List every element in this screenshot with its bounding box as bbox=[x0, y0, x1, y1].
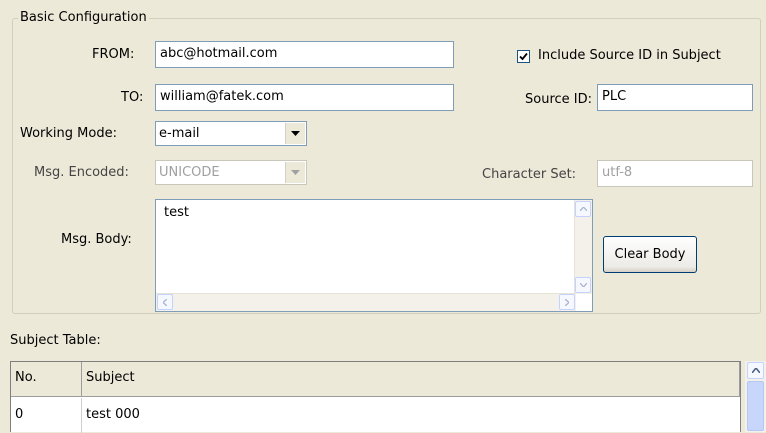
source-id-label: Source ID: bbox=[525, 92, 593, 107]
character-set-label: Character Set: bbox=[482, 167, 577, 182]
subject-table-label: Subject Table: bbox=[10, 333, 101, 348]
working-mode-label: Working Mode: bbox=[20, 126, 117, 141]
from-label: FROM: bbox=[92, 47, 135, 62]
include-source-label: Include Source ID in Subject bbox=[538, 48, 721, 63]
column-header-subject[interactable]: Subject bbox=[82, 362, 740, 397]
from-field[interactable]: abc@hotmail.com bbox=[155, 41, 454, 68]
arrow-left-icon[interactable] bbox=[157, 294, 173, 310]
to-field[interactable]: william@fatek.com bbox=[155, 84, 454, 111]
msg-body-horizontal-scrollbar[interactable] bbox=[156, 293, 576, 311]
clear-body-button[interactable]: Clear Body bbox=[603, 236, 697, 273]
arrow-up-icon[interactable] bbox=[575, 201, 591, 217]
working-mode-dropdown[interactable]: e-mail bbox=[155, 121, 307, 146]
check-icon bbox=[519, 52, 528, 61]
to-label: TO: bbox=[121, 90, 144, 105]
include-source-checkbox[interactable] bbox=[517, 50, 530, 63]
msg-body-text: test bbox=[164, 205, 189, 220]
msg-body-label: Msg. Body: bbox=[61, 232, 132, 247]
msg-encoded-value: UNICODE bbox=[159, 165, 220, 180]
subject-table[interactable]: No. Subject 0 test 000 bbox=[10, 361, 741, 433]
chevron-down-icon bbox=[285, 162, 305, 183]
msg-encoded-dropdown: UNICODE bbox=[155, 160, 307, 185]
working-mode-value: e-mail bbox=[159, 126, 200, 141]
subject-table-scrollbar[interactable] bbox=[745, 361, 766, 432]
msg-encoded-label: Msg. Encoded: bbox=[34, 165, 129, 180]
table-cell-subject[interactable]: test 000 bbox=[82, 398, 740, 433]
table-cell-no[interactable]: 0 bbox=[11, 398, 82, 433]
scrollbar-thumb[interactable] bbox=[747, 381, 764, 431]
msg-body-vertical-scrollbar[interactable] bbox=[574, 200, 592, 294]
source-id-field[interactable]: PLC bbox=[597, 84, 753, 111]
column-header-no[interactable]: No. bbox=[11, 362, 82, 397]
character-set-field: utf-8 bbox=[597, 160, 753, 187]
msg-body-textarea[interactable]: test bbox=[155, 199, 593, 312]
chevron-down-icon[interactable] bbox=[285, 123, 305, 144]
arrow-up-icon[interactable] bbox=[747, 362, 764, 379]
arrow-right-icon[interactable] bbox=[559, 294, 575, 310]
arrow-down-icon[interactable] bbox=[575, 277, 591, 293]
group-title: Basic Configuration bbox=[18, 9, 149, 27]
